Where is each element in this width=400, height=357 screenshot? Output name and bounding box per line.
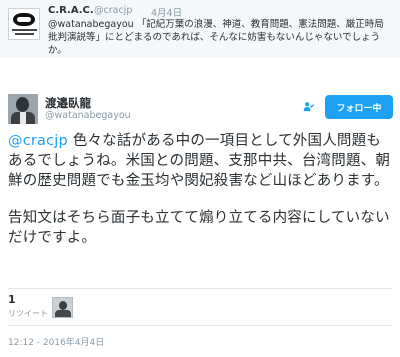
parent-avatar[interactable] [8,8,40,40]
retweeter-avatar[interactable] [52,297,73,318]
author-handle[interactable]: @watanabegayou [45,110,131,121]
parent-tweet-time[interactable]: 4月4日 [151,5,182,19]
retweet-label[interactable]: リツイート [8,308,48,319]
tweet-timestamp[interactable]: 12:12 - 2016年4月4日 [8,335,104,348]
parent-author-handle[interactable]: @cracjp [94,5,132,16]
parent-tweet-text: @watanabegayou 「記紀万葉の浪漫、神道、教育問題、憲法問題、厳正時… [48,18,392,57]
retweet-count[interactable]: 1 [8,293,16,306]
author-name[interactable]: 渡邉臥龍 [45,95,91,111]
tweet-paragraph-2: 告知文はそちら面子も立てて煽り立てる内容にしていないだけですよ。 [8,210,390,246]
main-tweet: 渡邉臥龍 @watanabegayou フォロー中 @cracjp 色々な話があ… [0,84,400,357]
author-avatar[interactable] [8,94,38,124]
parent-tweet[interactable]: C.R.A.C. @cracjp 4月4日 @watanabegayou 「記紀… [0,0,400,58]
following-button[interactable]: フォロー中 [325,95,393,119]
parent-author-name[interactable]: C.R.A.C. [48,5,94,16]
tweet-text: @cracjp 色々な話がある中の一項目として外国人問題もあるでしょうね。米国と… [8,131,394,248]
person-check-icon [303,102,314,112]
stats-divider-top [8,288,392,289]
stats-divider-bottom [8,325,392,326]
parent-mention[interactable]: @watanabegayou [48,19,134,30]
tweet-mention[interactable]: @cracjp [8,133,68,149]
